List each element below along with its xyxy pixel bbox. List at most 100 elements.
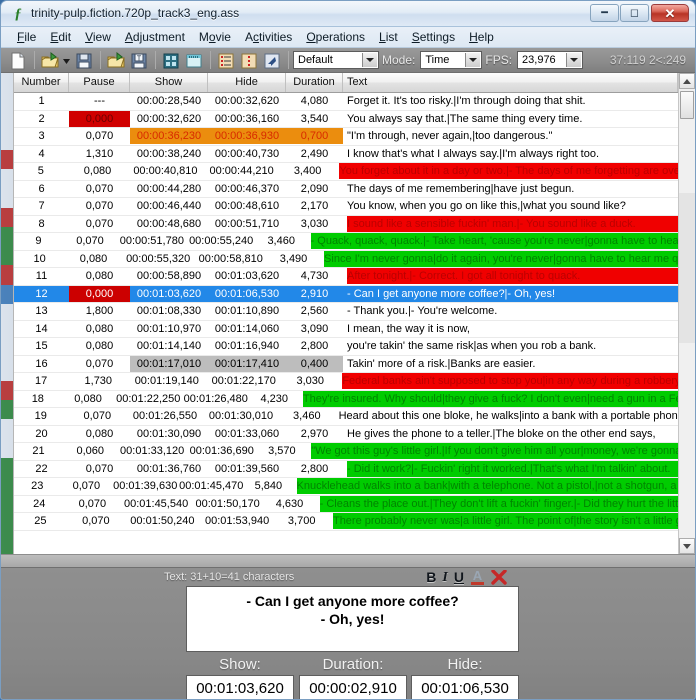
scroll-up-button[interactable] (679, 73, 695, 89)
table-row[interactable]: 11 0,080 00:00:58,890 00:01:03,620 4,730 Afte… (14, 268, 678, 286)
cell-pause[interactable]: 0,070 (67, 513, 125, 530)
cell-hide[interactable]: 00:00:58,810 (194, 251, 267, 268)
cell-show[interactable]: 00:00:55,320 (122, 251, 195, 268)
cell-number[interactable]: 8 (14, 216, 69, 233)
open-translation-icon[interactable] (105, 50, 127, 71)
cell-number[interactable]: 18 (14, 391, 62, 408)
cell-pause[interactable]: --- (69, 93, 130, 110)
cell-duration[interactable]: 2,490 (286, 146, 343, 163)
scroll-down-button[interactable] (679, 538, 695, 554)
cell-text[interactable]: I mean, the way it is now, (343, 321, 678, 338)
table-row[interactable]: 18 0,080 00:01:22,250 00:01:26,480 4,230 They… (14, 390, 678, 408)
cell-pause[interactable]: 0,080 (69, 338, 130, 355)
cell-show[interactable]: 00:01:19,140 (128, 373, 205, 390)
cell-hide[interactable]: 00:01:14,060 (208, 321, 286, 338)
menu-view[interactable]: View (78, 28, 118, 46)
cell-duration[interactable]: 3,030 (282, 373, 338, 390)
cell-number[interactable]: 10 (14, 251, 65, 268)
menu-edit[interactable]: Edit (43, 28, 78, 46)
cell-number[interactable]: 17 (14, 373, 68, 390)
cell-number[interactable]: 14 (14, 321, 69, 338)
italic-icon[interactable]: I (442, 568, 447, 587)
column-header-show[interactable]: Show (130, 73, 208, 92)
mode-combo[interactable]: Time (420, 51, 483, 69)
cell-duration[interactable]: 3,490 (267, 251, 320, 268)
bold-icon[interactable]: B (426, 568, 436, 587)
cell-hide[interactable]: 00:01:17,410 (208, 355, 286, 373)
table-row[interactable]: 5 0,080 00:00:40,810 00:00:44,210 3,400 You f… (14, 163, 678, 181)
table-row[interactable]: 19 0,070 00:01:26,550 00:01:30,010 3,460 Hear… (14, 408, 678, 426)
cell-text[interactable]: You forget about it in a day or two.|- T… (335, 163, 678, 180)
cell-show[interactable]: 00:00:40,810 (127, 163, 203, 180)
cell-text[interactable]: I sound like a sensible fuckin' man.|- Y… (343, 215, 678, 233)
cell-duration[interactable]: 2,910 (286, 286, 343, 303)
movie-strip-icon[interactable] (160, 50, 182, 71)
cell-text[interactable]: you're takin' the same risk|as when you … (343, 338, 678, 355)
cell-text[interactable]: The days of me remembering|have just beg… (343, 181, 678, 198)
table-row[interactable]: 22 0,070 00:01:36,760 00:01:39,560 2,800- Di… (14, 460, 678, 478)
menu-help[interactable]: Help (462, 28, 501, 46)
cell-hide[interactable]: 00:01:22,170 (205, 373, 282, 390)
cell-duration[interactable]: 3,540 (286, 111, 343, 128)
cell-duration[interactable]: 2,090 (286, 181, 343, 198)
menu-movie[interactable]: Movie (192, 28, 238, 46)
cell-pause[interactable]: 0,080 (69, 426, 130, 443)
menu-operations[interactable]: Operations (299, 28, 372, 46)
scrollbar-thumb[interactable] (680, 91, 694, 119)
cell-pause[interactable]: 0,080 (69, 321, 130, 338)
cell-show[interactable]: 00:00:48,680 (130, 216, 208, 233)
cell-show[interactable]: 00:01:45,540 (120, 496, 192, 513)
cell-show[interactable]: 00:01:03,620 (130, 286, 208, 303)
cell-number[interactable]: 13 (14, 303, 69, 320)
fps-combo[interactable]: 23,976 (517, 51, 584, 69)
cell-pause[interactable]: 0,070 (69, 461, 130, 478)
cell-duration[interactable]: 3,460 (279, 408, 335, 425)
new-document-icon[interactable] (7, 50, 29, 71)
cell-hide[interactable]: 00:01:10,890 (208, 303, 286, 320)
menu-file[interactable]: File (10, 28, 43, 46)
table-row[interactable]: 3 0,070 00:00:36,230 00:00:36,930 0,700 "I'm … (14, 128, 678, 146)
maximize-button[interactable]: ◻ (620, 4, 649, 22)
cell-number[interactable]: 4 (14, 146, 69, 163)
table-row[interactable]: 21 0,060 00:01:33,120 00:01:36,690 3,570 "We … (14, 443, 678, 461)
cell-pause[interactable]: 0,070 (61, 478, 113, 495)
cell-number[interactable]: 24 (14, 496, 64, 513)
cell-hide[interactable]: 00:00:55,240 (187, 233, 256, 250)
table-row[interactable]: 10 0,080 00:00:55,320 00:00:58,810 3,490 Sinc… (14, 250, 678, 268)
table-row[interactable]: 1 --- 00:00:28,540 00:00:32,620 4,080 Forget … (14, 93, 678, 111)
cell-text[interactable]: You know, when you go on like this,|what… (343, 198, 678, 215)
open-dropdown-arrow-icon[interactable] (62, 50, 72, 71)
column-header-number[interactable]: Number (14, 73, 69, 92)
cell-duration[interactable]: 3,090 (286, 321, 343, 338)
cell-number[interactable]: 22 (14, 461, 69, 478)
table-row[interactable]: 9 0,070 00:00:51,780 00:00:55,240 3,460- Qua… (14, 233, 678, 251)
cell-show[interactable]: 00:01:36,760 (130, 461, 208, 478)
scrollbar-track[interactable] (679, 193, 695, 343)
cell-duration[interactable]: 3,570 (256, 443, 307, 460)
cell-hide[interactable]: 00:00:46,370 (208, 181, 286, 198)
column-header-pause[interactable]: Pause (69, 73, 130, 92)
cell-pause[interactable]: 0,070 (63, 233, 117, 250)
table-row[interactable]: 13 1,800 00:01:08,330 00:01:10,890 2,560- Th… (14, 303, 678, 321)
table-row[interactable]: 14 0,080 00:01:10,970 00:01:14,060 3,090 I me… (14, 321, 678, 338)
cell-show[interactable]: 00:00:51,780 (117, 233, 186, 250)
cell-hide[interactable]: 00:00:51,710 (208, 216, 286, 233)
cell-text[interactable]: Since I'm never gonna|do it again, you'r… (320, 250, 678, 268)
subtitle-grid[interactable]: Number Pause Show Hide Duration Text 1 --… (14, 73, 678, 554)
cell-text[interactable]: - Quack, quack, quack.|- Take heart, 'ca… (307, 233, 678, 250)
cell-text[interactable]: - Thank you.|- You're welcome. (343, 303, 678, 320)
cell-pause[interactable]: 0,060 (63, 443, 117, 460)
cell-pause[interactable]: 1,800 (69, 303, 130, 320)
cell-number[interactable]: 15 (14, 338, 69, 355)
cell-show[interactable]: 00:00:32,620 (130, 111, 208, 128)
show-time-field[interactable]: 00:01:03,620 (186, 675, 294, 699)
cell-text[interactable]: He gives the phone to a teller.|The blok… (343, 426, 678, 443)
menu-adjustment[interactable]: Adjustment (118, 28, 192, 46)
cell-text[interactable]: You always say that.|The same thing ever… (343, 111, 678, 128)
cell-show[interactable]: 00:01:17,010 (130, 355, 208, 373)
cell-number[interactable]: 23 (14, 478, 61, 495)
cell-show[interactable]: 00:00:46,440 (130, 198, 208, 215)
cell-number[interactable]: 9 (14, 233, 63, 250)
cell-text[interactable]: There probably never was|a little girl. … (329, 513, 678, 530)
cell-hide[interactable]: 00:00:48,610 (208, 198, 286, 215)
